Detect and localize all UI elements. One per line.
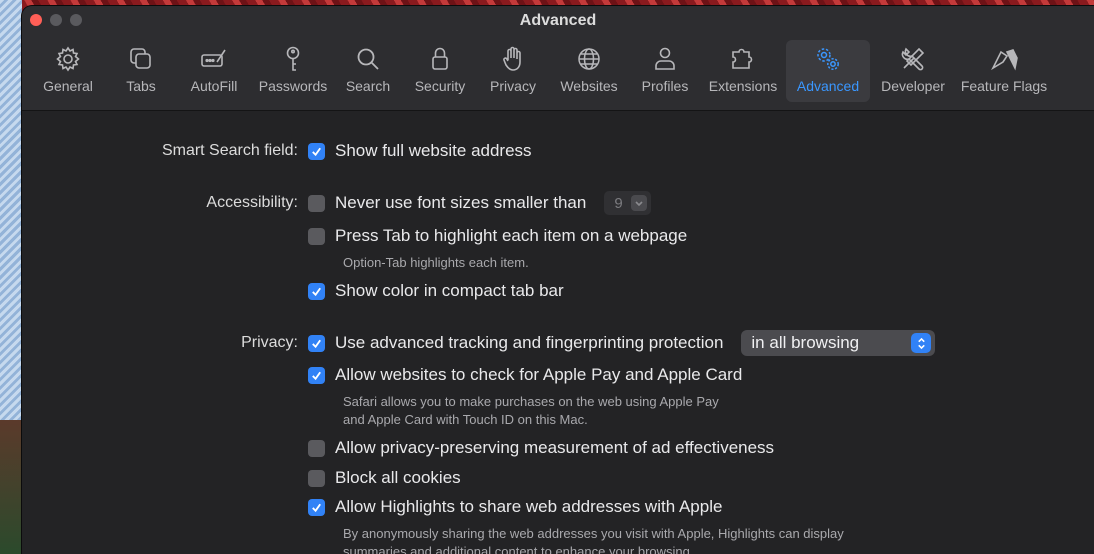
tab-autofill[interactable]: AutoFill (176, 40, 252, 102)
title-bar: Advanced General Tabs AutoFill Passwords… (22, 6, 1094, 111)
key-icon (286, 46, 300, 71)
tracking-checkbox[interactable] (308, 334, 325, 352)
tab-label: Security (414, 78, 466, 94)
tab-label: Websites (560, 78, 618, 94)
highlights-checkbox[interactable] (308, 498, 325, 516)
desktop-wallpaper-left (0, 0, 22, 554)
apple-pay-note: Safari allows you to make purchases on t… (343, 393, 719, 429)
person-icon (655, 47, 675, 70)
tab-label: Feature Flags (960, 78, 1048, 94)
block-cookies-checkbox[interactable] (308, 469, 325, 487)
tabs-icon (130, 48, 151, 69)
checkmark-icon (312, 503, 321, 512)
tab-label: Search (345, 78, 391, 94)
tab-privacy[interactable]: Privacy (478, 40, 548, 102)
checkmark-icon (312, 371, 321, 380)
press-tab-row: Press Tab to highlight each item on a we… (22, 225, 687, 247)
chevron-down-icon (630, 195, 647, 211)
apple-pay-checkbox[interactable] (308, 366, 325, 384)
tab-passwords[interactable]: Passwords (252, 40, 334, 102)
show-full-address-checkbox[interactable] (308, 142, 325, 160)
tab-label: AutoFill (190, 78, 238, 94)
press-tab-label[interactable]: Press Tab to highlight each item on a we… (335, 226, 687, 246)
highlights-note-line: summaries and additional content to enha… (343, 544, 694, 554)
preferences-toolbar: General Tabs AutoFill Passwords Search S… (30, 40, 1052, 102)
chevron-updown-icon (911, 333, 932, 353)
flags-icon (991, 49, 1018, 71)
section-label-privacy: Privacy: (241, 334, 298, 351)
ad-measurement-label[interactable]: Allow privacy-preserving measurement of … (335, 438, 774, 458)
min-font-label[interactable]: Never use font sizes smaller than (335, 193, 586, 213)
section-label-smart-search: Smart Search field: (161, 142, 298, 159)
gears-icon (817, 48, 839, 70)
apple-pay-note-line: and Apple Card with Touch ID on this Mac… (343, 412, 588, 427)
gear-icon (56, 46, 80, 72)
section-label-accessibility: Accessibility: (206, 194, 298, 211)
advanced-pane: Smart Search field: Show full website ad… (22, 111, 1094, 554)
press-tab-note: Option-Tab highlights each item. (343, 255, 529, 270)
min-font-checkbox[interactable] (308, 194, 325, 212)
tab-tabs[interactable]: Tabs (106, 40, 176, 102)
compact-color-checkbox[interactable] (308, 282, 325, 300)
tab-label: Passwords (258, 78, 328, 94)
tab-websites[interactable]: Websites (548, 40, 630, 102)
tab-label: Advanced (796, 78, 860, 94)
min-font-size-value: 9 (614, 194, 623, 212)
highlights-note-line: By anonymously sharing the web addresses… (343, 526, 844, 541)
tab-extensions[interactable]: Extensions (700, 40, 786, 102)
smart-search-row: Smart Search field: Show full website ad… (22, 140, 532, 162)
hand-icon (503, 46, 521, 71)
checkmark-icon (312, 147, 321, 156)
apple-pay-note-line: Safari allows you to make purchases on t… (343, 394, 719, 409)
tracking-scope-popup[interactable]: in all browsing (741, 330, 936, 356)
press-tab-checkbox[interactable] (308, 227, 325, 245)
checkmark-icon (312, 287, 321, 296)
tab-search[interactable]: Search (334, 40, 402, 102)
tab-security[interactable]: Security (402, 40, 478, 102)
tracking-row: Privacy: Use advanced tracking and finge… (22, 330, 936, 356)
window-title: Advanced (519, 12, 597, 29)
tab-profiles[interactable]: Profiles (630, 40, 700, 102)
tools-icon (901, 47, 925, 71)
search-icon (357, 48, 379, 70)
compact-color-label[interactable]: Show color in compact tab bar (335, 281, 564, 301)
checkmark-icon (312, 339, 321, 348)
tracking-scope-value: in all browsing (751, 333, 860, 352)
globe-icon (578, 48, 600, 70)
highlights-note: By anonymously sharing the web addresses… (343, 525, 844, 554)
block-cookies-row: Block all cookies (22, 467, 461, 489)
tracking-label[interactable]: Use advanced tracking and fingerprinting… (335, 333, 723, 353)
apple-pay-label[interactable]: Allow websites to check for Apple Pay an… (335, 365, 742, 385)
min-font-row: Accessibility: Never use font sizes smal… (22, 191, 651, 215)
tab-label: General (43, 78, 93, 94)
tab-label: Profiles (641, 78, 689, 94)
highlights-row: Allow Highlights to share web addresses … (22, 496, 722, 518)
tab-feature-flags[interactable]: Feature Flags (956, 40, 1052, 102)
tab-label: Tabs (126, 78, 156, 94)
highlights-label[interactable]: Allow Highlights to share web addresses … (335, 497, 722, 517)
autofill-icon (201, 49, 226, 67)
tab-advanced[interactable]: Advanced (786, 40, 870, 102)
min-font-size-select: 9 (604, 191, 651, 215)
tab-general[interactable]: General (30, 40, 106, 102)
settings-window: Advanced General Tabs AutoFill Passwords… (22, 6, 1094, 554)
compact-color-row: Show color in compact tab bar (22, 280, 564, 302)
tab-label: Developer (881, 78, 945, 94)
apple-pay-row: Allow websites to check for Apple Pay an… (22, 364, 742, 386)
tab-label: Extensions (708, 78, 778, 94)
tab-label: Privacy (490, 78, 536, 94)
block-cookies-label[interactable]: Block all cookies (335, 468, 461, 488)
ad-measurement-checkbox[interactable] (308, 439, 325, 457)
show-full-address-label[interactable]: Show full website address (335, 141, 532, 161)
puzzle-icon (732, 48, 753, 69)
tab-developer[interactable]: Developer (870, 40, 956, 102)
lock-icon (432, 47, 448, 70)
ad-measurement-row: Allow privacy-preserving measurement of … (22, 437, 774, 459)
